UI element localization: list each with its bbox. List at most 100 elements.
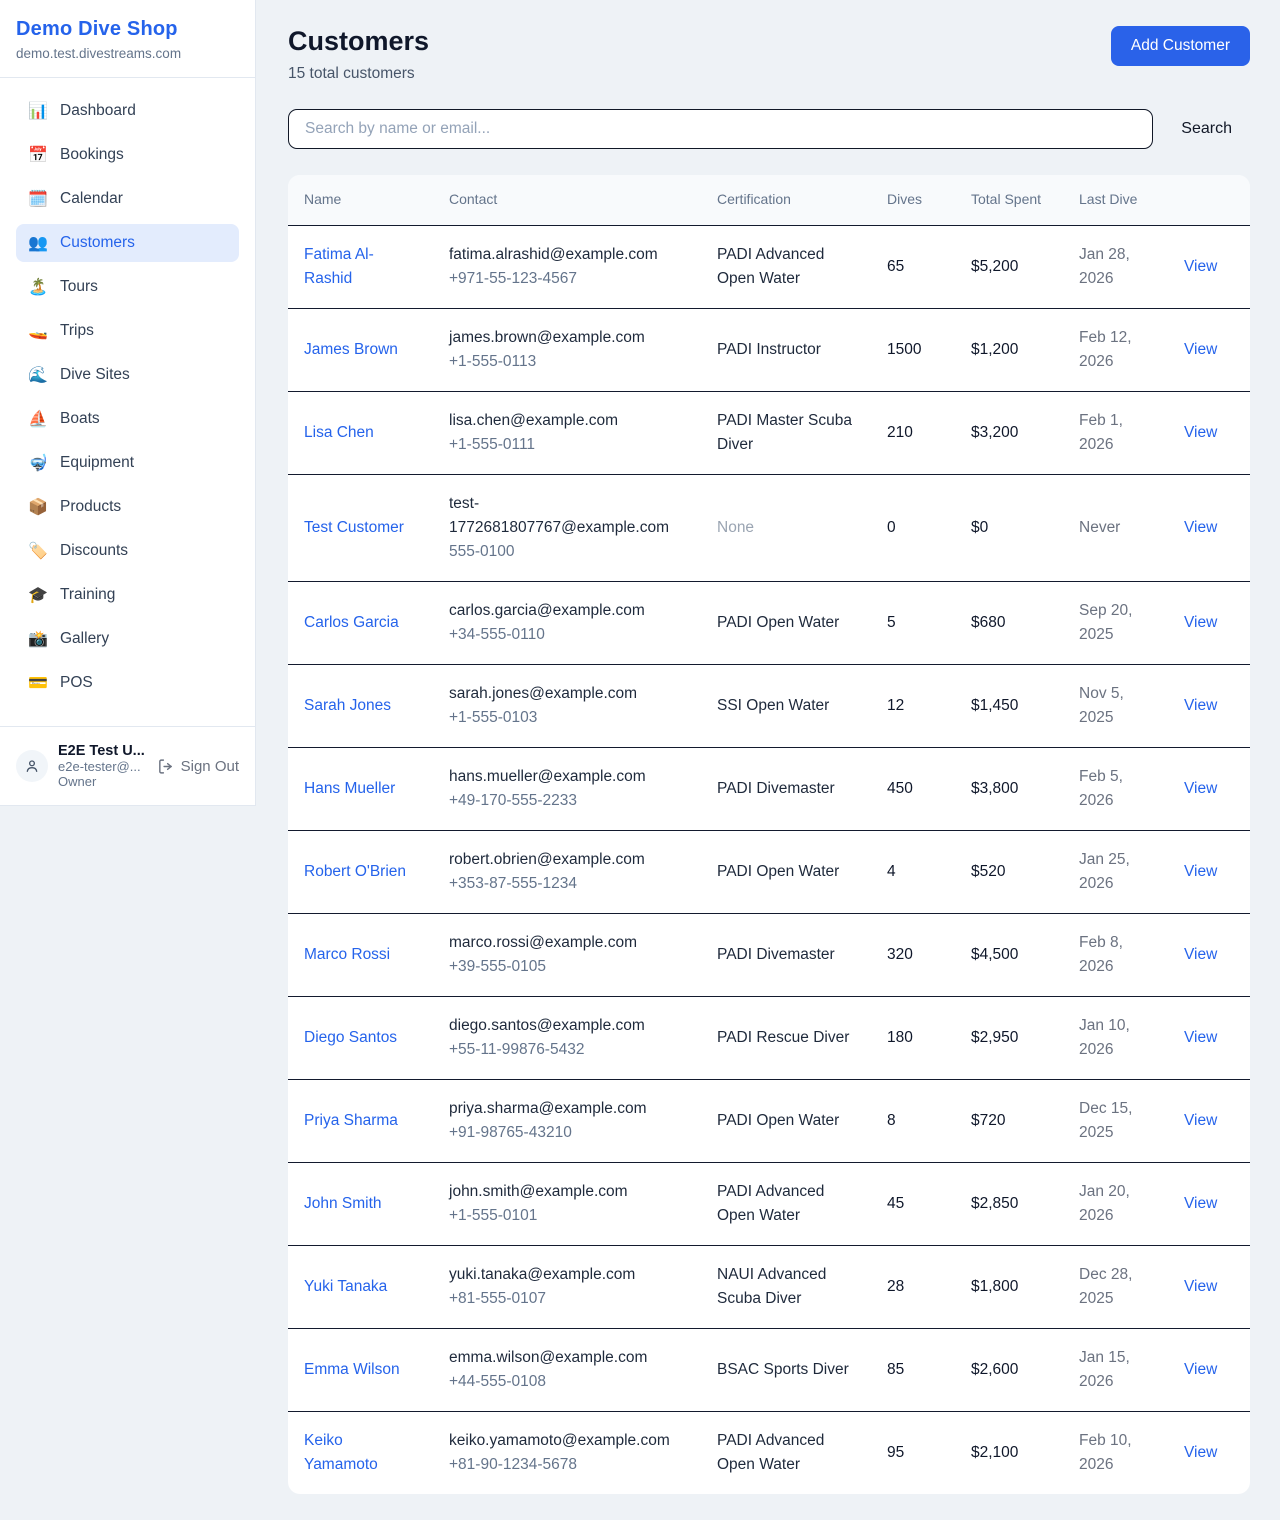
customer-last-dive: Feb 8, 2026 xyxy=(1079,934,1123,975)
main-content: Customers 15 total customers Add Custome… xyxy=(256,0,1280,1520)
customer-total-spent: $680 xyxy=(971,614,1005,631)
customer-phone: +1-555-0101 xyxy=(449,1204,685,1228)
customer-dives: 12 xyxy=(887,697,904,714)
search-bar: Search xyxy=(288,109,1250,149)
customer-total-spent: $2,600 xyxy=(971,1361,1018,1378)
customer-name-link[interactable]: Marco Rossi xyxy=(304,946,390,963)
customer-name-link[interactable]: Fatima Al-Rashid xyxy=(304,246,374,287)
sidebar-item-equipment[interactable]: 🤿 Equipment xyxy=(16,444,239,482)
customer-name-link[interactable]: John Smith xyxy=(304,1195,382,1212)
view-customer-link[interactable]: View xyxy=(1184,1195,1217,1212)
customer-dives: 210 xyxy=(887,424,913,441)
sidebar-item-pos[interactable]: 💳 POS xyxy=(16,664,239,702)
column-header-action xyxy=(1168,175,1250,225)
customer-total-spent: $3,200 xyxy=(971,424,1018,441)
shop-domain: demo.test.divestreams.com xyxy=(16,46,239,61)
view-customer-link[interactable]: View xyxy=(1184,946,1217,963)
customer-name-link[interactable]: Emma Wilson xyxy=(304,1361,400,1378)
customer-total-spent: $2,950 xyxy=(971,1029,1018,1046)
customer-name-link[interactable]: Priya Sharma xyxy=(304,1112,398,1129)
search-input[interactable] xyxy=(288,109,1153,149)
avatar xyxy=(16,750,48,782)
customer-total-spent: $5,200 xyxy=(971,258,1018,275)
customer-email: robert.obrien@example.com xyxy=(449,848,685,872)
view-customer-link[interactable]: View xyxy=(1184,258,1217,275)
customer-phone: +81-555-0107 xyxy=(449,1287,685,1311)
customer-dives: 5 xyxy=(887,614,896,631)
table-row: Diego Santos diego.santos@example.com +5… xyxy=(288,996,1250,1079)
table-row: Sarah Jones sarah.jones@example.com +1-5… xyxy=(288,664,1250,747)
view-customer-link[interactable]: View xyxy=(1184,1278,1217,1295)
sidebar-item-tours[interactable]: 🏝️ Tours xyxy=(16,268,239,306)
customer-last-dive: Nov 5, 2025 xyxy=(1079,685,1124,726)
customer-name-link[interactable]: Lisa Chen xyxy=(304,424,374,441)
customer-email: john.smith@example.com xyxy=(449,1180,685,1204)
customer-name-link[interactable]: Robert O'Brien xyxy=(304,863,406,880)
page-heading-group: Customers 15 total customers xyxy=(288,26,429,83)
nav-item-icon: 👥 xyxy=(28,233,48,253)
view-customer-link[interactable]: View xyxy=(1184,1029,1217,1046)
sidebar-item-dashboard[interactable]: 📊 Dashboard xyxy=(16,92,239,130)
sidebar-item-training[interactable]: 🎓 Training xyxy=(16,576,239,614)
sidebar-item-boats[interactable]: ⛵ Boats xyxy=(16,400,239,438)
customer-phone: +49-170-555-2233 xyxy=(449,789,685,813)
add-customer-button[interactable]: Add Customer xyxy=(1111,26,1250,66)
customer-last-dive: Jan 15, 2026 xyxy=(1079,1349,1130,1390)
sidebar-item-calendar[interactable]: 🗓️ Calendar xyxy=(16,180,239,218)
customer-name-link[interactable]: Carlos Garcia xyxy=(304,614,399,631)
view-customer-link[interactable]: View xyxy=(1184,614,1217,631)
sidebar-item-trips[interactable]: 🚤 Trips xyxy=(16,312,239,350)
sidebar-item-gallery[interactable]: 📸 Gallery xyxy=(16,620,239,658)
customer-last-dive: Never xyxy=(1079,519,1120,536)
customer-certification: PADI Advanced Open Water xyxy=(717,1432,824,1473)
nav-item-icon: 📦 xyxy=(28,497,48,517)
customer-name-link[interactable]: Diego Santos xyxy=(304,1029,397,1046)
view-customer-link[interactable]: View xyxy=(1184,863,1217,880)
customer-phone: +1-555-0111 xyxy=(449,433,685,457)
customer-name-link[interactable]: Test Customer xyxy=(304,519,404,536)
view-customer-link[interactable]: View xyxy=(1184,697,1217,714)
nav-item-label: Boats xyxy=(60,410,100,428)
customer-name-link[interactable]: Sarah Jones xyxy=(304,697,391,714)
customer-email: james.brown@example.com xyxy=(449,326,685,350)
customer-email: emma.wilson@example.com xyxy=(449,1346,685,1370)
view-customer-link[interactable]: View xyxy=(1184,1361,1217,1378)
nav-item-label: Products xyxy=(60,498,121,516)
sidebar-user-section: E2E Test U... e2e-tester@... Owner Sign … xyxy=(0,726,255,805)
shop-name: Demo Dive Shop xyxy=(16,18,239,41)
customer-last-dive: Jan 25, 2026 xyxy=(1079,851,1130,892)
customer-total-spent: $4,500 xyxy=(971,946,1018,963)
customer-last-dive: Jan 10, 2026 xyxy=(1079,1017,1130,1058)
customer-name-link[interactable]: Yuki Tanaka xyxy=(304,1278,387,1295)
view-customer-link[interactable]: View xyxy=(1184,519,1217,536)
sidebar-item-discounts[interactable]: 🏷️ Discounts xyxy=(16,532,239,570)
view-customer-link[interactable]: View xyxy=(1184,780,1217,797)
nav-item-label: Calendar xyxy=(60,190,123,208)
sidebar-item-customers[interactable]: 👥 Customers xyxy=(16,224,239,262)
sidebar-item-products[interactable]: 📦 Products xyxy=(16,488,239,526)
customer-total-spent: $0 xyxy=(971,519,988,536)
view-customer-link[interactable]: View xyxy=(1184,1444,1217,1461)
sidebar-item-bookings[interactable]: 📅 Bookings xyxy=(16,136,239,174)
customer-name-link[interactable]: Keiko Yamamoto xyxy=(304,1432,378,1473)
column-header-contact: Contact xyxy=(433,175,701,225)
nav-item-label: Training xyxy=(60,586,115,604)
customer-last-dive: Sep 20, 2025 xyxy=(1079,602,1132,643)
sidebar-item-dive-sites[interactable]: 🌊 Dive Sites xyxy=(16,356,239,394)
nav-item-label: Discounts xyxy=(60,542,128,560)
sign-out-button[interactable]: Sign Out xyxy=(157,758,239,775)
customer-name-link[interactable]: Hans Mueller xyxy=(304,780,395,797)
customer-name-link[interactable]: James Brown xyxy=(304,341,398,358)
view-customer-link[interactable]: View xyxy=(1184,1112,1217,1129)
column-header-last-dive: Last Dive xyxy=(1063,175,1168,225)
view-customer-link[interactable]: View xyxy=(1184,341,1217,358)
nav-item-icon: 🤿 xyxy=(28,453,48,473)
search-button[interactable]: Search xyxy=(1181,120,1232,138)
customer-phone: +91-98765-43210 xyxy=(449,1121,685,1145)
customer-last-dive: Feb 10, 2026 xyxy=(1079,1432,1132,1473)
view-customer-link[interactable]: View xyxy=(1184,424,1217,441)
customer-dives: 450 xyxy=(887,780,913,797)
customer-total-spent: $1,200 xyxy=(971,341,1018,358)
customer-certification: PADI Advanced Open Water xyxy=(717,1183,824,1224)
table-row: John Smith john.smith@example.com +1-555… xyxy=(288,1163,1250,1246)
